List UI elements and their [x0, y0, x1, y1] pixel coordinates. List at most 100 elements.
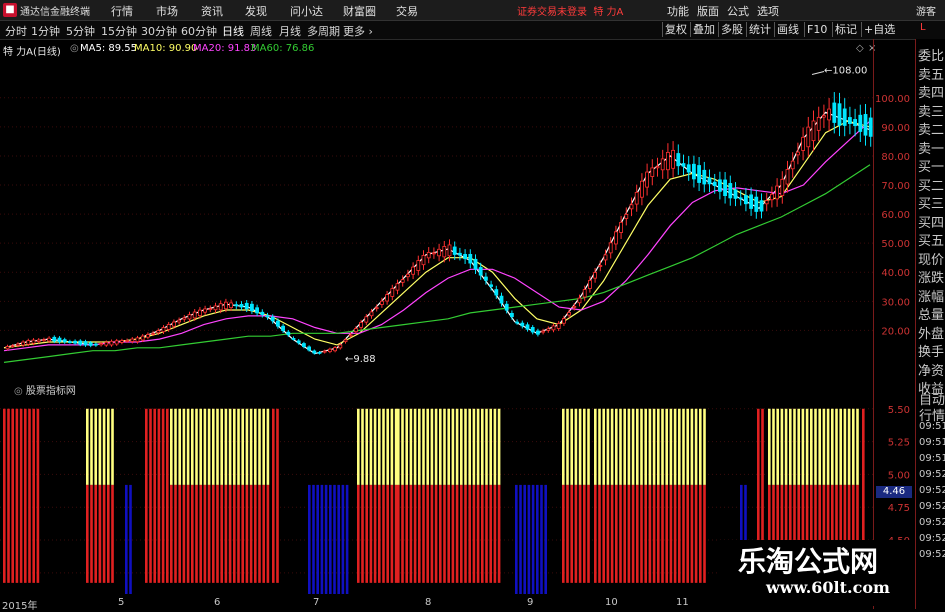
candle-body — [634, 191, 639, 205]
yellow-signal-bar — [430, 408, 434, 485]
menu-layout[interactable]: 版面 — [697, 3, 719, 19]
red-signal-bar — [249, 484, 253, 583]
f10-button[interactable]: F10 — [804, 22, 829, 37]
candle-body — [666, 151, 670, 171]
menu-news[interactable]: 资讯 — [201, 3, 223, 19]
candle-body — [827, 108, 831, 121]
red-signal-bar — [673, 484, 677, 583]
candle-body — [120, 340, 124, 343]
mark-button[interactable]: 标记 — [832, 22, 859, 37]
yellow-signal-bar — [797, 408, 800, 485]
yellow-signal-bar — [266, 408, 270, 485]
menu-functions[interactable]: 功能 — [667, 3, 689, 19]
yellow-signal-bar — [856, 408, 859, 485]
menu-options[interactable]: 选项 — [757, 3, 779, 19]
period-monthly[interactable]: 月线 — [279, 23, 301, 39]
red-signal-bar — [3, 408, 6, 583]
legend-toggle-icon[interactable]: ◎ — [70, 43, 79, 54]
low-price-label: ←9.88 — [345, 354, 376, 365]
yellow-signal-bar — [699, 408, 702, 485]
yellow-signal-bar — [472, 408, 476, 485]
quote-row-label: 买一 — [918, 160, 945, 175]
red-signal-bar — [272, 408, 275, 583]
period-multi[interactable]: 多周期 — [307, 23, 340, 39]
quote-row-label: 买五 — [918, 234, 945, 249]
candle-body — [244, 302, 249, 310]
period-weekly[interactable]: 周线 — [250, 23, 272, 39]
yellow-signal-bar — [810, 408, 813, 485]
candle-body — [73, 340, 77, 344]
period-daily[interactable]: 日线 — [222, 23, 244, 39]
yellow-signal-bar — [631, 408, 635, 485]
period-30min[interactable]: 30分钟 — [141, 23, 177, 39]
candle-body — [125, 340, 129, 342]
red-signal-bar — [694, 484, 698, 583]
menu-quotes[interactable]: 行情 — [111, 3, 133, 19]
yellow-signal-bar — [793, 408, 796, 485]
blue-signal-bar — [531, 484, 535, 594]
yellow-signal-bar — [485, 408, 488, 485]
period-toolbar: 分时 1分钟 5分钟 15分钟 30分钟 60分钟 日线 周线 月线 多周期 更… — [0, 21, 945, 40]
red-signal-bar — [276, 408, 279, 583]
yellow-signal-bar — [439, 408, 442, 485]
menu-market[interactable]: 市场 — [156, 3, 178, 19]
candle-body — [416, 260, 421, 271]
candle-body — [270, 316, 275, 322]
period-5min[interactable]: 5分钟 — [66, 23, 95, 39]
tick-row: 09:52 — [919, 517, 945, 528]
add-watchlist-button[interactable]: +自选 — [861, 22, 897, 37]
stats-button[interactable]: 统计 — [746, 22, 773, 37]
tick-row: 09:51 — [919, 437, 945, 448]
candle-body — [234, 304, 239, 307]
candle-body — [775, 185, 779, 200]
yellow-signal-bar — [455, 408, 459, 485]
red-signal-bar — [418, 484, 421, 583]
guest-label[interactable]: 游客 — [916, 3, 936, 18]
period-15min[interactable]: 15分钟 — [101, 23, 137, 39]
yellow-signal-bar — [493, 408, 497, 485]
x-label-month: 6 — [214, 597, 221, 608]
quote-row-label: 总量 — [918, 308, 945, 323]
period-more[interactable]: 更多 › — [343, 23, 373, 39]
red-signal-bar — [485, 484, 488, 583]
stock-name-header: 特 力A — [593, 7, 624, 18]
candle-body — [853, 119, 857, 127]
blue-signal-bar — [519, 484, 522, 594]
yellow-signal-bar — [447, 408, 450, 485]
login-notice[interactable]: 证券交易未登录 特 力A — [517, 3, 623, 18]
candle-body — [379, 300, 384, 305]
candle-body — [655, 166, 660, 169]
candle-body — [312, 350, 317, 354]
red-signal-bar — [207, 484, 211, 583]
menu-trade[interactable]: 交易 — [396, 3, 418, 19]
legend-ma20: MA20: 91.83 — [193, 43, 257, 54]
y-tick-label: 4.75 — [888, 503, 910, 514]
multi-stock-button[interactable]: 多股 — [718, 22, 745, 37]
adjust-button[interactable]: 复权 — [662, 22, 689, 37]
red-signal-bar — [191, 484, 194, 583]
red-signal-bar — [460, 484, 463, 583]
candle-body — [265, 315, 270, 318]
menu-discover[interactable]: 发现 — [245, 3, 267, 19]
menu-ask-xiaoda[interactable]: 问小达 — [290, 3, 323, 19]
period-60min[interactable]: 60分钟 — [181, 23, 217, 39]
red-signal-bar — [166, 408, 169, 583]
menu-wealth-circle[interactable]: 财富圈 — [343, 3, 376, 19]
settings-icon[interactable]: ◇ — [856, 43, 864, 54]
candle-body — [686, 164, 691, 173]
candle-body — [291, 338, 296, 340]
y-tick-label: 50.00 — [881, 239, 910, 250]
legend-ma5: MA5: 89.55 — [80, 43, 138, 54]
yellow-signal-bar — [216, 408, 219, 485]
candle-body — [515, 321, 519, 324]
blue-signal-bar — [540, 484, 543, 594]
red-signal-bar — [369, 484, 373, 583]
kline-chart[interactable]: 100.00 90.00 80.00 70.00 60.00 50.00 40.00 30.0… — [0, 56, 915, 382]
menu-formula[interactable]: 公式 — [727, 3, 749, 19]
overlay-button[interactable]: 叠加 — [690, 22, 717, 37]
red-signal-bar — [241, 484, 244, 583]
period-1min[interactable]: 1分钟 — [31, 23, 60, 39]
period-timeshare[interactable]: 分时 — [5, 23, 27, 39]
red-signal-bar — [107, 484, 110, 583]
draw-line-button[interactable]: 画线 — [774, 22, 801, 37]
